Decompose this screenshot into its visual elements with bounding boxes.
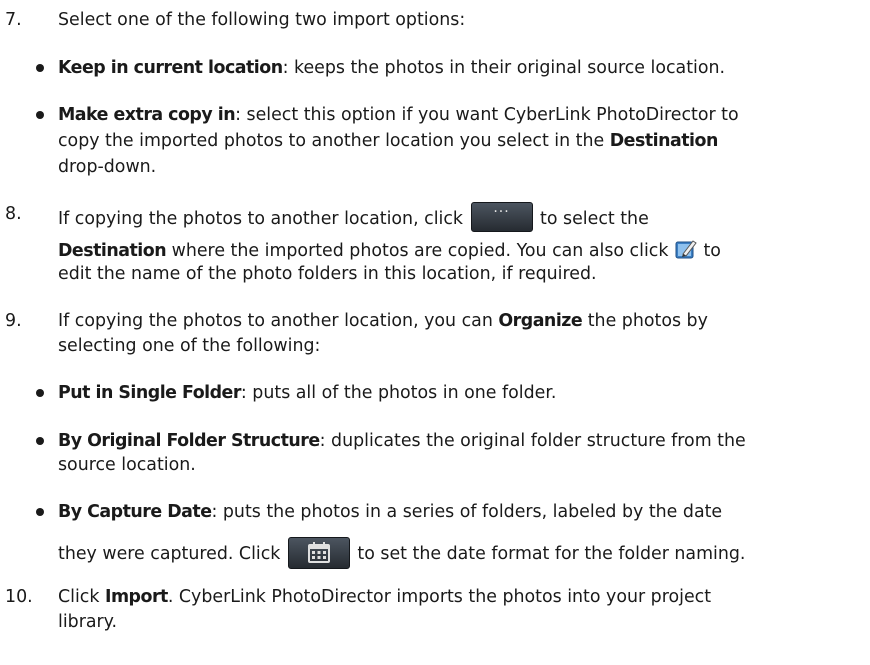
edit-folder-icon [675,238,697,260]
step-text-part: to select the [534,209,649,229]
step-text: library. [58,612,117,632]
option-desc: copy the imported photos to another loca… [58,131,610,151]
step-text: Select one of the following two import o… [58,10,466,30]
step-text-part: Click [58,587,105,607]
option-label: Keep in current location [58,58,283,78]
option-desc: : keeps the photos in their original sou… [282,58,726,78]
list-item: Keep in current location: keeps the phot… [58,56,725,80]
step-text-part: where the imported photos are copied. Yo… [166,241,674,261]
list-item: By Original Folder Structure: duplicates… [58,429,746,453]
step-text-part: If copying the photos to another locatio… [58,311,499,331]
bullet [36,508,44,516]
bullet [36,64,44,72]
ellipsis-button-icon: ··· [470,202,533,232]
list-item: By Capture Date: puts the photos in a se… [58,500,722,524]
step-number: 9. [5,311,22,331]
option-desc-line: source location. [58,455,196,475]
option-desc-line: drop-down. [58,157,157,177]
step-number: 8. [5,204,22,224]
bullet [36,437,44,445]
calendar-button-icon [287,537,350,569]
option-desc: : puts all of the photos in one folder. [240,383,557,403]
bullet [36,389,44,397]
option-desc: : duplicates the original folder structu… [319,431,746,451]
option-desc: to set the date format for the folder na… [351,544,746,564]
option-label: Put in Single Folder [58,383,241,403]
option-desc-line: they were captured. Click to set the dat… [58,537,745,569]
option-label: By Capture Date [58,502,212,522]
step-text: Click Import. CyberLink PhotoDirector im… [58,585,711,609]
organize-term: Organize [498,311,583,331]
step-text-part: . CyberLink PhotoDirector imports the ph… [167,587,712,607]
list-item: Put in Single Folder: puts all of the ph… [58,381,556,405]
destination-term: Destination [58,241,167,261]
step-text: If copying the photos to another locatio… [58,309,708,333]
option-desc: they were captured. Click [58,544,286,564]
step-text: edit the name of the photo folders in th… [58,264,597,284]
option-desc: : puts the photos in a series of folders… [211,502,723,522]
step-number: 10. [5,587,33,607]
import-term: Import [104,587,168,607]
step-text: Destination where the imported photos ar… [58,238,721,263]
step-number: 7. [5,10,22,30]
option-label: Make extra copy in [58,105,236,125]
step-text-part: to [697,241,721,261]
option-desc-line: copy the imported photos to another loca… [58,129,718,153]
step-text: selecting one of the following: [58,336,321,356]
step-text-part: the photos by [582,311,708,331]
destination-term: Destination [609,131,719,151]
option-label: By Original Folder Structure [58,431,320,451]
option-desc: : select this option if you want CyberLi… [235,105,739,125]
list-item: Make extra copy in: select this option i… [58,103,739,127]
step-text: If copying the photos to another locatio… [58,202,649,232]
step-text-part: If copying the photos to another locatio… [58,209,469,229]
bullet [36,111,44,119]
